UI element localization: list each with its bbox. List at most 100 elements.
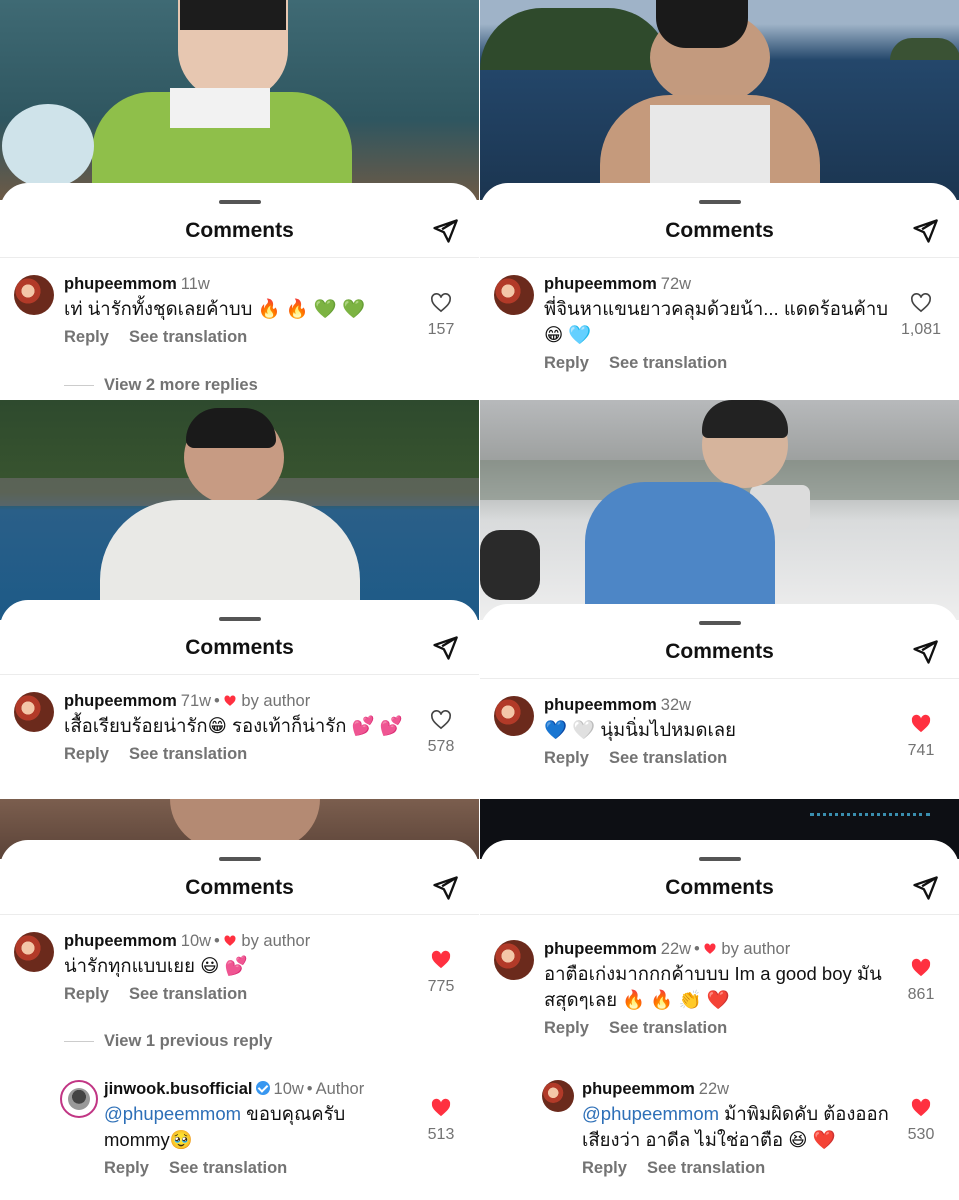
reply-button[interactable]: Reply [544,749,589,767]
heart-icon [224,695,236,706]
comments-sheet: Comments phupeemmom 32w 💙 🤍 นุ่มนิ่มไปหมด… [480,604,959,799]
reply-button[interactable]: Reply [64,328,109,346]
avatar[interactable] [494,696,534,736]
avatar[interactable] [60,1080,98,1118]
see-translation-button[interactable]: See translation [169,1159,287,1177]
username[interactable]: phupeemmom [64,692,177,710]
sheet-title: Comments [185,876,294,899]
divider [0,674,479,675]
like-button[interactable]: 741 [901,714,941,760]
comment-age: 10w [180,932,212,950]
avatar[interactable] [14,275,54,315]
comment-text: 💙 🤍 นุ่มนิ่มไปหมดเลย [544,719,736,740]
drag-handle[interactable] [698,200,741,204]
comment-text: พี่จินหาแขนยาวคลุมด้วยน้า... แดดร้อนค้าบ… [544,298,888,345]
see-translation-button[interactable]: See translation [129,745,247,763]
username[interactable]: phupeemmom [64,932,177,950]
reply-button[interactable]: Reply [64,745,109,763]
username[interactable]: phupeemmom [544,940,657,958]
like-button[interactable]: 861 [901,958,941,1004]
liked-by-author: by author [721,940,791,958]
username[interactable]: phupeemmom [582,1080,695,1098]
reply-button[interactable]: Reply [104,1159,149,1177]
see-translation-button[interactable]: See translation [609,1019,727,1037]
drag-handle[interactable] [218,617,261,621]
like-count: 775 [427,978,455,995]
like-button[interactable]: 513 [421,1098,461,1144]
comment-text: เท่ น่ารักทั้งชุดเลยค้าบบ 🔥 🔥 💚 💚 [64,298,366,319]
comment-age: 72w [660,275,692,293]
divider [480,914,959,915]
like-button[interactable]: 775 [421,950,461,996]
like-count: 1,081 [901,321,942,338]
avatar[interactable] [14,692,54,732]
sheet-title: Comments [665,876,774,899]
comment-age: 11w [180,275,210,293]
comment-age: 22w [660,940,692,958]
see-translation-button[interactable]: See translation [647,1159,765,1177]
like-button[interactable]: 530 [901,1098,941,1144]
comments-sheet: Comments phupeemmom 71w • by author เสื้อเ… [0,600,479,799]
comment-text: อาตือเก่งมากกกค้าบบบ Im a good boy มันสส… [544,963,882,1010]
reply-button[interactable]: Reply [64,985,109,1003]
comment-age: 32w [660,696,692,714]
heart-filled-icon [431,950,451,969]
post-photo [0,400,479,630]
send-icon[interactable] [911,217,939,245]
divider [0,257,479,258]
comment-age: 10w [273,1080,304,1098]
sheet-title: Comments [665,640,774,663]
comments-sheet: Comments phupeemmom 11w เท่ น่ารักทั้งชุด… [0,183,479,400]
heart-filled-icon [911,1098,931,1117]
username[interactable]: jinwook.busofficial [104,1080,253,1098]
mention-link[interactable]: @phupeemmom [104,1103,241,1124]
like-count: 741 [907,742,935,759]
send-icon[interactable] [911,874,939,902]
drag-handle[interactable] [698,621,741,625]
see-translation-button[interactable]: See translation [129,985,247,1003]
send-icon[interactable] [431,874,459,902]
send-icon[interactable] [911,638,939,666]
drag-handle[interactable] [698,857,741,861]
comment-text: เสื้อเรียบร้อยน่ารัก😁 รองเท้าก็น่ารัก 💕 … [64,715,403,736]
see-translation-button[interactable]: See translation [609,749,727,767]
sheet-title: Comments [185,636,294,659]
like-button[interactable]: 157 [421,293,461,339]
heart-outline-icon [431,710,451,730]
comments-sheet: Comments phupeemmom 10w • by author น่ารัก… [0,840,479,1200]
avatar[interactable] [494,275,534,315]
send-icon[interactable] [431,217,459,245]
username[interactable]: phupeemmom [544,696,657,714]
view-previous-reply[interactable]: View 1 previous reply [64,1032,272,1051]
heart-outline-icon [911,293,931,313]
author-tag: Author [315,1080,365,1098]
post-photo [480,400,959,622]
like-count: 578 [427,738,455,755]
like-count: 513 [427,1126,455,1143]
see-translation-button[interactable]: See translation [129,328,247,346]
heart-icon [224,935,236,946]
panel-4: Comments phupeemmom 32w 💙 🤍 นุ่มนิ่มไปหมด… [480,400,959,799]
liked-by-author: by author [241,932,311,950]
drag-handle[interactable] [218,200,261,204]
avatar[interactable] [14,932,54,972]
divider [0,914,479,915]
mention-link[interactable]: @phupeemmom [582,1103,719,1124]
drag-handle[interactable] [218,857,261,861]
send-icon[interactable] [431,634,459,662]
username[interactable]: phupeemmom [544,275,657,293]
reply-button[interactable]: Reply [544,354,589,372]
username[interactable]: phupeemmom [64,275,177,293]
panel-6: Comments phupeemmom 22w • by author อาตือเ… [480,799,959,1200]
verified-badge-icon [255,1081,270,1095]
like-count: 157 [427,321,455,338]
view-more-replies[interactable]: View 2 more replies [64,376,258,395]
reply-button[interactable]: Reply [544,1019,589,1037]
avatar[interactable] [542,1080,574,1112]
see-translation-button[interactable]: See translation [609,354,727,372]
reply-button[interactable]: Reply [582,1159,627,1177]
like-button[interactable]: 578 [421,710,461,756]
like-button[interactable]: 1,081 [901,293,941,339]
divider [480,257,959,258]
avatar[interactable] [494,940,534,980]
